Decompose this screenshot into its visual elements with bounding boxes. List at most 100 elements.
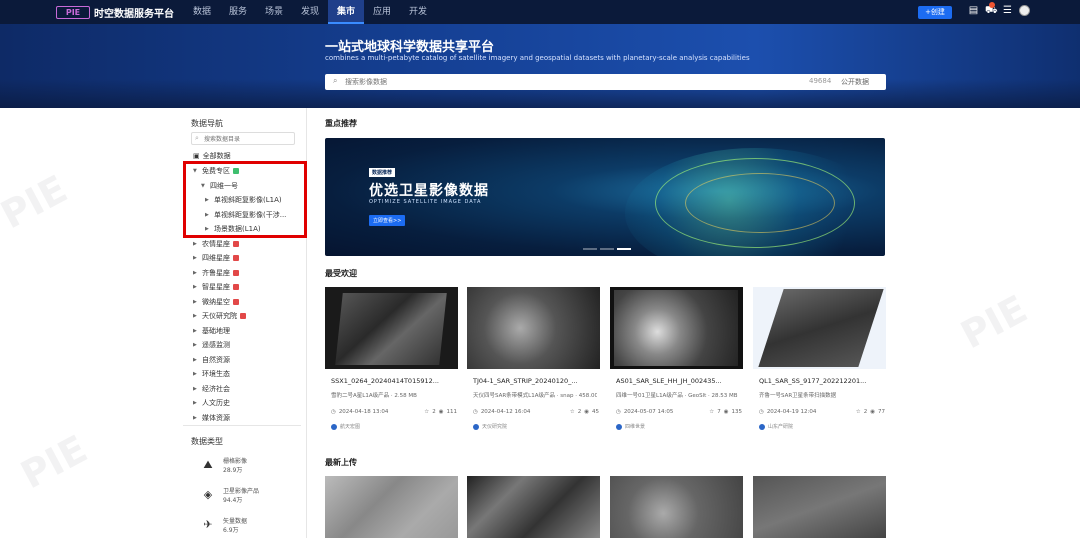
tree-item[interactable]: ▶ 四维星座: [193, 253, 239, 263]
clock-icon: ◷: [759, 409, 764, 415]
org-name: 天仪研究院: [482, 424, 508, 430]
search-result-count: 49684: [809, 77, 832, 85]
data-type-count: 6.9万: [223, 527, 239, 534]
card-description: 齐鲁一号SAR卫星条带扫描数据: [759, 393, 837, 399]
carousel-dot[interactable]: [583, 248, 597, 250]
tree-item[interactable]: ▶ 人文历史: [193, 398, 230, 408]
chevron-right-icon[interactable]: ▶: [193, 371, 199, 377]
eye-icon: ◉: [438, 409, 444, 415]
tree-label: 环境生态: [202, 370, 230, 378]
chevron-right-icon[interactable]: ▶: [193, 313, 199, 319]
card-meta: ◷ 2024-04-12 16:04 ☆ 2 ◉ 45: [473, 409, 599, 415]
satellite-icon: ✈: [203, 518, 213, 531]
chevron-right-icon[interactable]: ▶: [193, 415, 199, 421]
nav-data[interactable]: 数据: [184, 0, 220, 24]
tree-item[interactable]: ▶ 遥感监测: [193, 340, 230, 350]
app-title: 时空数据服务平台: [94, 9, 174, 20]
sidebar-divider: [183, 425, 301, 426]
eye-icon: ◉: [584, 409, 589, 415]
search-icon: ⌕: [333, 76, 338, 85]
tree-label: 农情星座: [202, 239, 230, 248]
global-search-input[interactable]: [345, 76, 705, 88]
card-stars: 2: [863, 409, 868, 415]
star-icon[interactable]: ☆: [424, 409, 429, 415]
tree-all-data[interactable]: ▣ 全部数据: [193, 151, 231, 161]
card-views: 45: [592, 409, 599, 415]
document-icon[interactable]: ▤: [968, 5, 979, 16]
chevron-right-icon[interactable]: ▶: [193, 400, 199, 406]
data-type-satellite-product[interactable]: ◈ 卫星影像产品 94.4万: [201, 486, 259, 504]
nav-discover[interactable]: 发现: [292, 0, 328, 24]
create-button[interactable]: +创建: [918, 6, 952, 19]
toolbar-icons: ▤ ⛟ ☰: [968, 5, 1030, 16]
card-stars: 2: [432, 409, 436, 415]
chevron-right-icon[interactable]: ▶: [193, 328, 199, 334]
latest-thumbnail[interactable]: [610, 476, 743, 538]
latest-thumbnail[interactable]: [753, 476, 886, 538]
card-views: 111: [446, 409, 458, 415]
dataset-card[interactable]: QL1_SAR_SS_9177_202212201... 齐鲁一号SAR卫星条带…: [753, 287, 886, 432]
dataset-card[interactable]: AS01_SAR_SLE_HH_JH_002435... 四维一号01卫星L1A…: [610, 287, 743, 432]
featured-banner[interactable]: 数据推荐 优选卫星影像数据 OPTIMIZE SATELLITE IMAGE D…: [325, 138, 885, 256]
card-description: 天仪四号SAR条带模式L1A级产品 · snap · 458.00 MB: [473, 393, 597, 399]
latest-section-title: 最新上传: [325, 458, 357, 467]
latest-thumbnail[interactable]: [325, 476, 458, 538]
chevron-right-icon[interactable]: ▶: [193, 255, 199, 261]
latest-thumbnail[interactable]: [467, 476, 600, 538]
tree-item[interactable]: ▶ 智星星座: [193, 282, 239, 292]
tree-item[interactable]: ▶ 经济社会: [193, 384, 230, 394]
tree-item[interactable]: ▶ 天仪研究院: [193, 311, 246, 321]
data-type-vector[interactable]: ✈ 矢量数据 6.9万: [201, 516, 247, 534]
watermark: PIE: [0, 166, 75, 238]
nav-service[interactable]: 服务: [220, 0, 256, 24]
settings-icon[interactable]: ☰: [1002, 5, 1013, 16]
tree-item[interactable]: ▶ 基础地理: [193, 326, 230, 336]
card-thumbnail: [753, 287, 886, 369]
open-data-filter[interactable]: 公开数据: [841, 77, 869, 87]
top-navigation-bar: PIE 时空数据服务平台 数据 服务 场景 发现 集市 应用 开发 +创建 ▤ …: [0, 0, 1080, 24]
dataset-card[interactable]: TJ04-1_SAR_STRIP_20240120_... 天仪四号SAR条带模…: [467, 287, 600, 432]
nav-market[interactable]: 集市: [328, 0, 364, 24]
chevron-right-icon[interactable]: ▶: [193, 299, 199, 305]
new-badge: [233, 255, 239, 261]
star-icon[interactable]: ☆: [856, 409, 861, 415]
card-description: 雪豹二号A星L1A级产品 · 2.58 MB: [331, 393, 417, 399]
banner-tag: 数据推荐: [369, 168, 396, 177]
new-badge: [233, 298, 239, 305]
tree-item[interactable]: ▶ 农情星座: [193, 239, 239, 249]
tree-item[interactable]: ▶ 自然资源: [193, 355, 230, 365]
chevron-right-icon[interactable]: ▶: [193, 284, 199, 290]
chevron-right-icon[interactable]: ▶: [193, 357, 199, 363]
star-icon[interactable]: ☆: [709, 409, 714, 415]
chevron-right-icon[interactable]: ▶: [193, 241, 199, 247]
tree-item[interactable]: ▶ 微纳星空: [193, 297, 239, 307]
chevron-right-icon[interactable]: ▶: [193, 342, 199, 348]
tree-label: 天仪研究院: [202, 312, 237, 320]
tree-label: 全部数据: [202, 152, 231, 160]
chevron-right-icon[interactable]: ▶: [193, 386, 199, 392]
carousel-dot[interactable]: [617, 248, 631, 250]
card-meta: ◷ 2024-05-07 14:05 ☆ 7 ◉ 135: [616, 409, 742, 415]
data-type-raster[interactable]: ⛰ 栅格影像 28.9万: [201, 456, 247, 474]
chevron-right-icon[interactable]: ▶: [193, 270, 199, 276]
tree-label: 基础地理: [202, 326, 230, 335]
user-avatar[interactable]: [1019, 5, 1030, 16]
nav-develop[interactable]: 开发: [400, 0, 436, 24]
tree-item[interactable]: ▶ 媒体资源: [193, 413, 230, 423]
app-logo[interactable]: PIE 时空数据服务平台: [56, 5, 174, 20]
card-thumbnail: [610, 287, 743, 369]
nav-scene[interactable]: 场景: [256, 0, 292, 24]
sidebar-search-input[interactable]: [204, 134, 292, 144]
eye-icon: ◉: [870, 409, 875, 415]
card-title: SSX1_0264_20240414T015912...: [331, 377, 439, 385]
folder-icon: ▣: [193, 152, 200, 160]
banner-view-button[interactable]: 立即查看>>: [369, 215, 406, 226]
watermark: PIE: [953, 286, 1035, 358]
tree-item[interactable]: ▶ 环境生态: [193, 369, 230, 379]
tree-item[interactable]: ▶ 齐鲁星座: [193, 268, 239, 278]
star-icon[interactable]: ☆: [570, 409, 575, 415]
tree-label: 自然资源: [202, 355, 230, 364]
carousel-dot[interactable]: [600, 248, 614, 250]
nav-apps[interactable]: 应用: [364, 0, 400, 24]
dataset-card[interactable]: SSX1_0264_20240414T015912... 雪豹二号A星L1A级产…: [325, 287, 458, 432]
